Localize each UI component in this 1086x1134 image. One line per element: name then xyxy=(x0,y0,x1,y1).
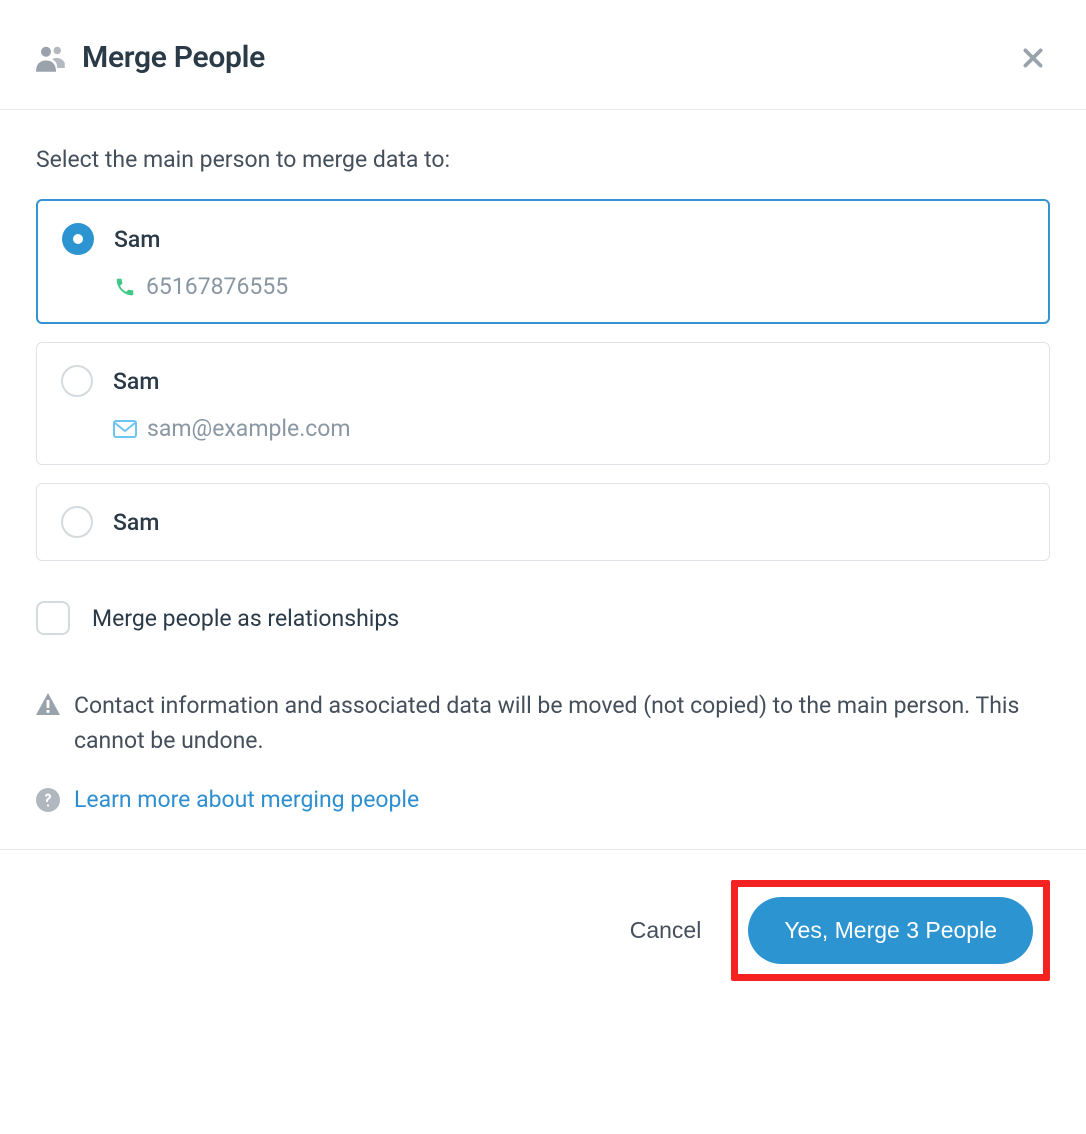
modal-header: Merge People xyxy=(0,0,1086,110)
warning-row: Contact information and associated data … xyxy=(36,689,1050,758)
people-icon xyxy=(36,44,66,72)
cancel-button[interactable]: Cancel xyxy=(620,905,712,956)
email-icon xyxy=(113,419,137,439)
header-left: Merge People xyxy=(36,40,265,75)
person-option-1[interactable]: Sam sam@example.com xyxy=(36,342,1050,465)
merge-relationships-row: Merge people as relationships xyxy=(36,601,1050,635)
highlight-annotation: Yes, Merge 3 People xyxy=(731,880,1050,981)
option-row: Sam xyxy=(61,365,1025,397)
person-name: Sam xyxy=(113,509,159,536)
help-icon xyxy=(36,788,60,812)
phone-value: 65167876555 xyxy=(146,273,288,300)
email-value: sam@example.com xyxy=(147,415,351,442)
close-icon[interactable] xyxy=(1016,41,1050,75)
option-row: Sam xyxy=(62,223,1024,255)
option-row: Sam xyxy=(61,506,1025,538)
radio-button[interactable] xyxy=(61,365,93,397)
option-detail: 65167876555 xyxy=(114,273,1024,300)
warning-text: Contact information and associated data … xyxy=(74,689,1050,758)
confirm-merge-button[interactable]: Yes, Merge 3 People xyxy=(748,897,1033,964)
learn-more-link[interactable]: Learn more about merging people xyxy=(74,786,419,813)
merge-relationships-checkbox[interactable] xyxy=(36,601,70,635)
warning-icon xyxy=(36,693,60,715)
option-detail: sam@example.com xyxy=(113,415,1025,442)
checkbox-label: Merge people as relationships xyxy=(92,605,399,632)
radio-button[interactable] xyxy=(61,506,93,538)
radio-button[interactable] xyxy=(62,223,94,255)
modal-title: Merge People xyxy=(82,40,265,75)
modal-body: Select the main person to merge data to:… xyxy=(0,110,1086,849)
person-option-0[interactable]: Sam 65167876555 xyxy=(36,199,1050,324)
merge-people-modal: Merge People Select the main person to m… xyxy=(0,0,1086,1011)
modal-footer: Cancel Yes, Merge 3 People xyxy=(0,849,1086,1011)
phone-icon xyxy=(114,276,136,298)
person-name: Sam xyxy=(113,368,159,395)
person-option-2[interactable]: Sam xyxy=(36,483,1050,561)
person-name: Sam xyxy=(114,226,160,253)
help-row: Learn more about merging people xyxy=(36,786,1050,813)
instruction-text: Select the main person to merge data to: xyxy=(36,146,1050,173)
